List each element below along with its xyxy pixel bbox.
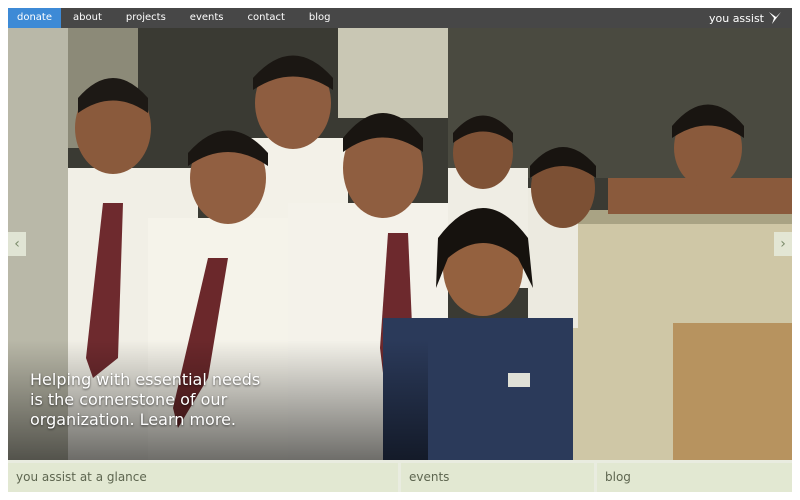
chevron-right-icon: › — [780, 236, 786, 252]
nav-about[interactable]: about — [61, 8, 114, 28]
prev-slide-button[interactable]: ‹ — [8, 232, 26, 256]
caption-line-3: organization. Learn more. — [30, 410, 236, 429]
nav-events[interactable]: events — [178, 8, 236, 28]
hero-caption[interactable]: Helping with essential needs is the corn… — [30, 370, 270, 430]
caption-line-2: is the cornerstone of our — [30, 390, 228, 409]
nav-projects[interactable]: projects — [114, 8, 178, 28]
bird-logo-icon — [769, 12, 781, 24]
top-nav: donate about projects events contact blo… — [8, 8, 792, 28]
tab-events[interactable]: events — [401, 463, 594, 492]
brand-logo[interactable]: you assist — [709, 11, 792, 25]
tab-blog[interactable]: blog — [597, 463, 792, 492]
tab-at-a-glance[interactable]: you assist at a glance — [8, 463, 398, 492]
brand-name: you assist — [708, 11, 764, 25]
nav-blog[interactable]: blog — [297, 8, 343, 28]
next-slide-button[interactable]: › — [774, 232, 792, 256]
nav-donate[interactable]: donate — [8, 8, 62, 28]
caption-line-1: Helping with essential needs — [30, 370, 261, 389]
bottom-tabs: you assist at a glance events blog — [8, 463, 792, 492]
hero-banner[interactable]: Helping with essential needs is the corn… — [8, 28, 792, 460]
nav-contact[interactable]: contact — [236, 8, 297, 28]
chevron-left-icon: ‹ — [14, 236, 20, 252]
